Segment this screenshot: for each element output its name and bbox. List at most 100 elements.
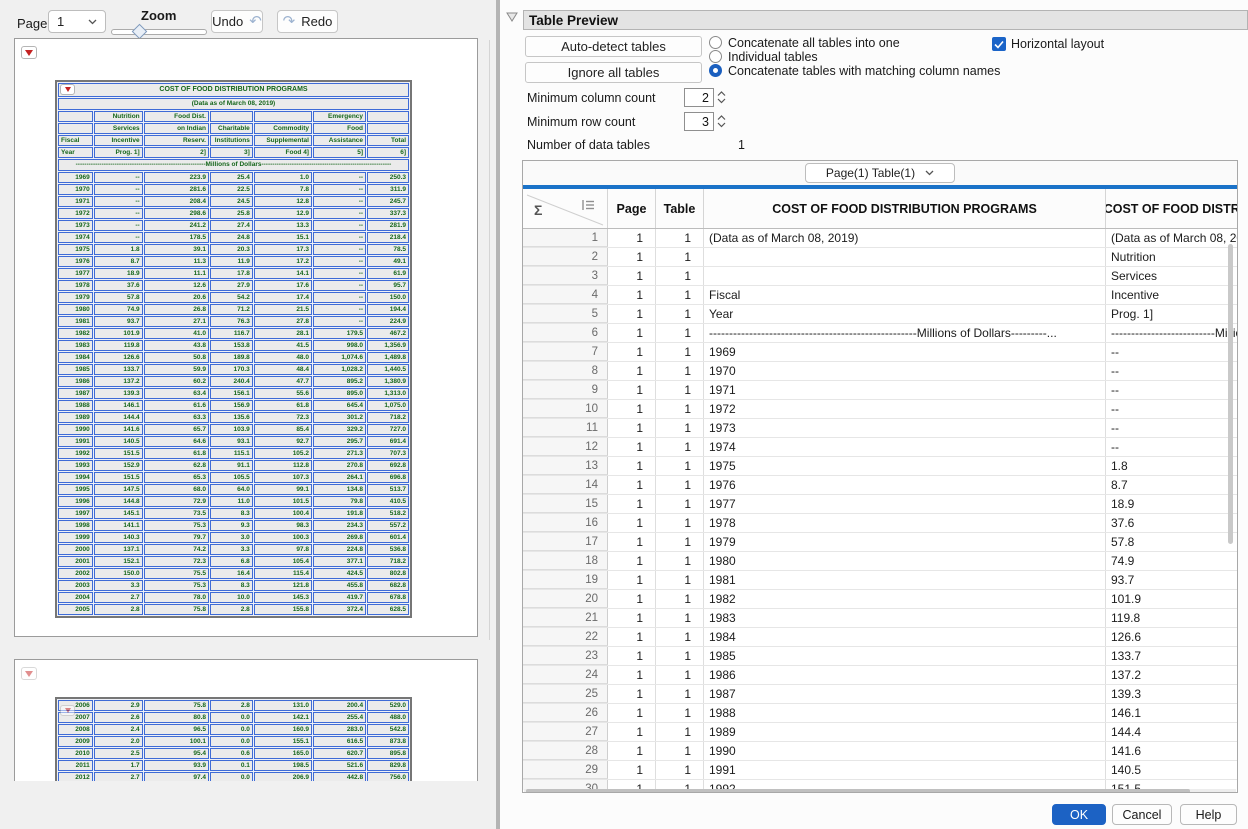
table-cell[interactable]: 1 <box>656 666 704 684</box>
pdf-data-row[interactable]: 1985133.759.9170.348.41,028.21,440.5 <box>58 364 409 375</box>
pdf-cell[interactable]: 1,380.9 <box>367 376 409 387</box>
table-cell[interactable]: 1 <box>656 552 704 570</box>
pdf-cell[interactable]: 8.3 <box>210 580 253 591</box>
pdf-cell[interactable]: 223.9 <box>144 172 209 183</box>
pdf-cell[interactable]: 601.4 <box>367 532 409 543</box>
pdf-cell[interactable]: 74.2 <box>144 544 209 555</box>
cost-col2-cell[interactable]: -- <box>1106 343 1237 361</box>
row-number-cell[interactable]: 3 <box>523 267 608 285</box>
row-number-cell[interactable]: 23 <box>523 647 608 665</box>
pdf-cell[interactable]: 135.6 <box>210 412 253 423</box>
table-cell[interactable]: 1 <box>656 628 704 646</box>
pdf-cell[interactable]: 2.6 <box>94 712 143 723</box>
cost-col2-cell[interactable]: 119.8 <box>1106 609 1237 627</box>
table-cell[interactable]: 1 <box>656 476 704 494</box>
horizontal-layout-checkbox[interactable] <box>992 37 1006 51</box>
pdf-cell[interactable]: 41.0 <box>144 328 209 339</box>
pdf-cell[interactable]: 2.4 <box>94 724 143 735</box>
pdf-cell[interactable]: 41.5 <box>254 340 312 351</box>
pdf-data-row[interactable]: 1971--208.424.512.8--245.7 <box>58 196 409 207</box>
pdf-cell[interactable]: 2001 <box>58 556 93 567</box>
pdf-cell[interactable]: 97.8 <box>254 544 312 555</box>
pdf-data-row[interactable]: 1997145.173.58.3100.4191.8518.2 <box>58 508 409 519</box>
min-column-count-input[interactable]: 2 <box>684 88 714 107</box>
pdf-cell[interactable]: 144.8 <box>94 496 143 507</box>
table-cell[interactable]: 1 <box>656 647 704 665</box>
table-row[interactable]: 29111991140.5 <box>523 761 1237 780</box>
pdf-cell[interactable] <box>210 111 253 122</box>
page-cell[interactable]: 1 <box>608 628 656 646</box>
pdf-cell[interactable]: 150.0 <box>94 568 143 579</box>
pdf-cell[interactable]: 301.2 <box>313 412 366 423</box>
pdf-cell[interactable]: 170.3 <box>210 364 253 375</box>
pdf-cell[interactable]: 2.0 <box>94 736 143 747</box>
pdf-cell[interactable]: 2000 <box>58 544 93 555</box>
pdf-cell[interactable]: 529.0 <box>367 700 409 711</box>
pdf-cell[interactable]: 1994 <box>58 472 93 483</box>
pdf-cell[interactable]: 43.8 <box>144 340 209 351</box>
pdf-cell[interactable]: 63.4 <box>144 388 209 399</box>
cost-col2-cell[interactable]: 101.9 <box>1106 590 1237 608</box>
pdf-cell[interactable]: 2008 <box>58 724 93 735</box>
pdf-cell[interactable]: 1997 <box>58 508 93 519</box>
pdf-cell[interactable]: 2.8 <box>210 604 253 615</box>
pdf-cell[interactable]: 718.2 <box>367 556 409 567</box>
pdf-cell[interactable]: 28.1 <box>254 328 312 339</box>
pdf-cell[interactable]: 895.8 <box>367 748 409 759</box>
detected-table-page2[interactable]: 20062.975.82.8131.0200.4529.020072.680.8… <box>55 697 412 781</box>
pdf-cell[interactable]: 179.5 <box>313 328 366 339</box>
cost-col2-cell[interactable]: 146.1 <box>1106 704 1237 722</box>
pdf-cell[interactable]: 13.3 <box>254 220 312 231</box>
pdf-cell[interactable]: 1982 <box>58 328 93 339</box>
cancel-button[interactable]: Cancel <box>1112 804 1172 825</box>
pdf-cell[interactable]: 116.7 <box>210 328 253 339</box>
page-cell[interactable]: 1 <box>608 704 656 722</box>
pdf-cell[interactable]: 72.3 <box>254 412 312 423</box>
pdf-cell[interactable]: Incentive <box>94 135 143 146</box>
pdf-cell[interactable]: 1999 <box>58 532 93 543</box>
pdf-cell[interactable]: 194.4 <box>367 304 409 315</box>
pdf-cell[interactable]: 144.4 <box>94 412 143 423</box>
column-header-cost-2[interactable]: COST OF FOOD DISTRIBUTION PROGRAMS <box>1106 189 1238 228</box>
table-row[interactable]: 511YearProg. 1] <box>523 305 1237 324</box>
pdf-cell[interactable]: 283.0 <box>313 724 366 735</box>
pdf-cell[interactable]: 1983 <box>58 340 93 351</box>
pdf-cell[interactable]: 557.2 <box>367 520 409 531</box>
pdf-cell[interactable] <box>254 111 312 122</box>
pdf-cell[interactable]: 1.7 <box>94 760 143 771</box>
row-number-cell[interactable]: 2 <box>523 248 608 266</box>
page-cell[interactable]: 1 <box>608 267 656 285</box>
pdf-cell[interactable]: 37.6 <box>94 280 143 291</box>
cost-col1-cell[interactable]: 1977 <box>704 495 1106 513</box>
page-cell[interactable]: 1 <box>608 609 656 627</box>
page-red-triangle-button[interactable] <box>21 46 37 59</box>
pdf-cell[interactable]: 105.5 <box>210 472 253 483</box>
table-cell[interactable]: 1 <box>656 400 704 418</box>
cost-col2-cell[interactable]: 8.7 <box>1106 476 1237 494</box>
cost-col1-cell[interactable]: 1987 <box>704 685 1106 703</box>
pdf-cell[interactable]: 11.1 <box>144 268 209 279</box>
pdf-cell[interactable]: -- <box>94 172 143 183</box>
pdf-cell[interactable]: 224.9 <box>367 316 409 327</box>
pdf-cell[interactable]: 75.5 <box>144 568 209 579</box>
pdf-data-row[interactable]: 19751.839.120.317.3--78.5 <box>58 244 409 255</box>
pdf-cell[interactable]: 141.6 <box>94 424 143 435</box>
pdf-cell[interactable]: 17.4 <box>254 292 312 303</box>
table-row[interactable]: 20111982101.9 <box>523 590 1237 609</box>
pdf-data-row[interactable]: 1984126.650.8189.848.01,074.61,489.8 <box>58 352 409 363</box>
cost-col1-cell[interactable]: ----------------------------------------… <box>704 324 1106 342</box>
pdf-cell[interactable]: 200.4 <box>313 700 366 711</box>
pdf-cell[interactable]: 72.3 <box>144 556 209 567</box>
table-cell[interactable]: 1 <box>656 761 704 779</box>
page-cell[interactable]: 1 <box>608 343 656 361</box>
pdf-cell[interactable]: 137.1 <box>94 544 143 555</box>
column-header-table[interactable]: Table <box>656 189 704 228</box>
pdf-cell[interactable]: 115.4 <box>254 568 312 579</box>
pdf-data-row[interactable]: 198193.727.176.327.8--224.9 <box>58 316 409 327</box>
pdf-cell[interactable]: 1975 <box>58 244 93 255</box>
pdf-cell[interactable]: 73.5 <box>144 508 209 519</box>
row-number-cell[interactable]: 18 <box>523 552 608 570</box>
pdf-cell[interactable]: 264.1 <box>313 472 366 483</box>
pdf-cell[interactable]: -- <box>313 268 366 279</box>
pdf-data-row[interactable]: 20122.797.40.0206.9442.8756.0 <box>58 772 409 781</box>
